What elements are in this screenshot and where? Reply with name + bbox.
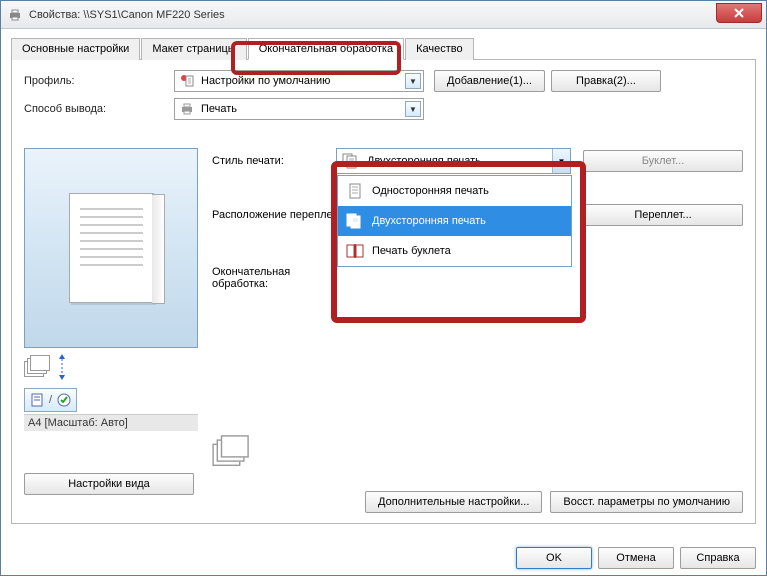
view-settings-button[interactable]: Настройки вида: [24, 473, 194, 495]
close-button[interactable]: [716, 3, 762, 23]
preview-mode-toggle[interactable]: /: [24, 388, 77, 412]
duplex-icon: [344, 211, 366, 231]
preview-status: A4 [Масштаб: Авто]: [24, 414, 198, 431]
option-booklet[interactable]: Печать буклета: [338, 236, 571, 266]
print-style-label: Стиль печати:: [212, 155, 336, 167]
option-label: Печать буклета: [372, 245, 451, 257]
output-combo[interactable]: Печать ▼: [174, 98, 424, 120]
print-style-value: Двухсторонняя печать: [367, 155, 481, 167]
printer-small-icon: [179, 101, 195, 117]
page-icon: [29, 392, 45, 408]
chevron-down-icon: ▼: [552, 149, 570, 173]
single-page-icon: [344, 181, 366, 201]
output-row: Способ вывода: Печать ▼: [24, 98, 743, 120]
profile-label: Профиль:: [24, 75, 174, 87]
output-label: Способ вывода:: [24, 103, 174, 115]
chevron-down-icon: ▼: [405, 101, 421, 117]
finishing-preview: [212, 440, 743, 464]
option-double-sided[interactable]: Двухсторонняя печать: [338, 206, 571, 236]
paper-stack-icon: [24, 355, 52, 379]
cancel-button[interactable]: Отмена: [598, 547, 674, 569]
right-panel: Стиль печати: Двухсторонняя печать ▼: [212, 148, 743, 464]
arrow-up-down-icon: [58, 352, 66, 382]
help-button[interactable]: Справка: [680, 547, 756, 569]
paper-preview-icon: [69, 193, 154, 303]
tab-strip: Основные настройки Макет страницы Оконча…: [11, 37, 756, 60]
duplex-icon: [341, 152, 361, 170]
booklet-icon: [344, 241, 366, 261]
profile-row: Профиль: Настройки по умолчанию ▼ Добавл…: [24, 70, 743, 92]
option-single-sided[interactable]: Односторонняя печать: [338, 176, 571, 206]
page-check-icon: [56, 392, 72, 408]
properties-dialog: Свойства: \\SYS1\Canon MF220 Series Осно…: [0, 0, 767, 576]
edit-profile-button[interactable]: Правка(2)...: [551, 70, 661, 92]
advanced-settings-button[interactable]: Дополнительные настройки...: [365, 491, 542, 513]
tab-layout[interactable]: Макет страницы: [141, 38, 246, 60]
titlebar: Свойства: \\SYS1\Canon MF220 Series: [1, 1, 766, 29]
option-label: Двухсторонняя печать: [372, 215, 486, 227]
content-area: Основные настройки Макет страницы Оконча…: [1, 29, 766, 535]
booklet-button[interactable]: Буклет...: [583, 150, 743, 172]
bottom-buttons: Дополнительные настройки... Восст. парам…: [365, 491, 743, 513]
restore-defaults-button[interactable]: Восст. параметры по умолчанию: [550, 491, 743, 513]
profile-value: Настройки по умолчанию: [201, 75, 330, 87]
print-style-combo[interactable]: Двухсторонняя печать ▼ Односторонняя печ…: [336, 148, 571, 174]
tab-body: Профиль: Настройки по умолчанию ▼ Добавл…: [11, 60, 756, 524]
print-style-dropdown: Односторонняя печать Двухсторонняя печат…: [337, 175, 572, 267]
preview-area: / A4 [Масштаб: Авто] Настройки вида: [24, 148, 198, 495]
preview-box: [24, 148, 198, 348]
binding-button[interactable]: Переплет...: [583, 204, 743, 226]
option-label: Односторонняя печать: [372, 185, 489, 197]
finishing-label: Окончательная обработка:: [212, 266, 342, 290]
add-profile-button[interactable]: Добавление(1)...: [434, 70, 545, 92]
output-value: Печать: [201, 103, 237, 115]
window-title: Свойства: \\SYS1\Canon MF220 Series: [29, 9, 225, 21]
tab-finishing[interactable]: Окончательная обработка: [248, 38, 404, 60]
profile-icon: [179, 73, 195, 89]
binding-label: Расположение переплета:: [212, 209, 336, 221]
chevron-down-icon: ▼: [405, 73, 421, 89]
profile-combo[interactable]: Настройки по умолчанию ▼: [174, 70, 424, 92]
dialog-footer: OK Отмена Справка: [516, 547, 756, 569]
ok-button[interactable]: OK: [516, 547, 592, 569]
print-style-row: Стиль печати: Двухсторонняя печать ▼: [212, 148, 743, 174]
printer-icon: [7, 7, 23, 23]
tab-basic[interactable]: Основные настройки: [11, 38, 140, 60]
tab-quality[interactable]: Качество: [405, 38, 474, 60]
finishing-row: Окончательная обработка:: [212, 266, 743, 290]
